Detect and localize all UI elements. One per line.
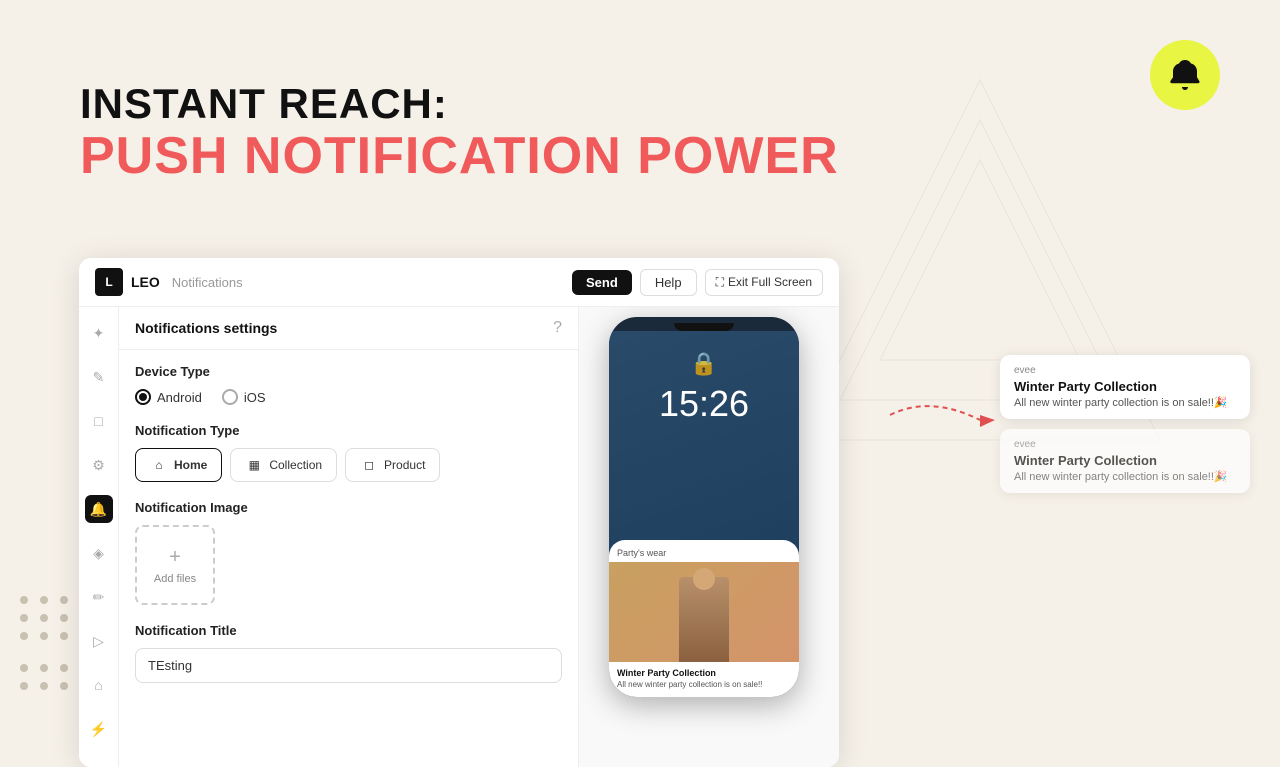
logo-section: Notifications [172,275,243,290]
settings-panel: Notifications settings ? Device Type And… [119,307,579,767]
sidebar-icon-edit[interactable]: ✎ [85,363,113,391]
notif-brand-2: evee [1014,439,1236,450]
notification-popups-area: evee Winter Party Collection All new win… [1000,355,1250,503]
notification-type-label: Notification Type [135,423,562,438]
notification-title-input[interactable] [135,648,562,683]
notification-image-section: Notification Image + Add files [135,500,562,605]
notification-image-label: Notification Image [135,500,562,515]
phone-app-content: Party's wear Winter Party Collection All… [609,540,799,697]
settings-content: Device Type Android iOS [119,350,578,715]
notification-title-section: Notification Title [135,623,562,683]
notif-text-2: All new winter party collection is on sa… [1014,470,1236,483]
sidebar-icon-bolt[interactable]: ⚡ [85,715,113,743]
hero-text-area: INSTANT REACH: PUSH NOTIFICATION POWER [80,80,839,185]
notif-title-1: Winter Party Collection [1014,379,1236,394]
settings-title: Notifications settings [135,320,277,336]
notification-popup-2: evee Winter Party Collection All new win… [1000,429,1250,493]
notif-brand-1: evee [1014,365,1236,376]
notification-popup-1: evee Winter Party Collection All new win… [1000,355,1250,419]
sidebar-icon-settings[interactable]: ⚙ [85,451,113,479]
android-radio-circle [135,389,151,405]
phone-screen: 🔒 15:26 Party's wear Winter Party Collec… [609,331,799,697]
decorative-dots-1 [20,596,70,640]
sidebar-icon-pen[interactable]: ✏ [85,583,113,611]
phone-preview: 🔒 15:26 Party's wear Winter Party Collec… [579,307,839,767]
collection-notif-icon: ▦ [245,456,263,474]
type-product-button[interactable]: ◻ Product [345,448,440,482]
logo-icon: L [95,268,123,296]
ios-radio[interactable]: iOS [222,389,266,405]
logo-name: LEO [131,274,160,290]
phone-product-sub: All new winter party collection is on sa… [609,680,799,697]
curved-arrow [880,385,1010,445]
home-notif-icon: ⌂ [150,456,168,474]
phone-notch [674,323,734,331]
type-home-button[interactable]: ⌂ Home [135,448,222,482]
settings-help-icon[interactable]: ? [553,319,562,337]
device-type-radio-group: Android iOS [135,389,562,405]
device-type-label: Device Type [135,364,562,379]
notif-title-2: Winter Party Collection [1014,453,1236,468]
image-upload-box[interactable]: + Add files [135,525,215,605]
ui-body: ✦ ✎ □ ⚙ 🔔 ◈ ✏ ▷ ⌂ ⚡ Notifications settin… [79,307,839,767]
ui-header: L LEO Notifications Send Help ⛶ Exit Ful… [79,258,839,307]
ios-radio-circle [222,389,238,405]
phone-product-image [609,562,799,662]
sidebar-icon-notifications[interactable]: 🔔 [85,495,113,523]
header-actions: Send Help ⛶ Exit Full Screen [572,269,823,296]
logo-area: L LEO Notifications [95,268,243,296]
settings-header: Notifications settings ? [119,307,578,350]
help-button[interactable]: Help [640,269,697,296]
notification-type-section: Notification Type ⌂ Home ▦ Collection ◻ [135,423,562,482]
android-label: Android [157,390,202,405]
phone-product-title: Winter Party Collection [609,662,799,680]
sidebar-icon-sparkle[interactable]: ✦ [85,319,113,347]
sidebar: ✦ ✎ □ ⚙ 🔔 ◈ ✏ ▷ ⌂ ⚡ [79,307,119,767]
phone-time: 15:26 [659,383,749,425]
product-notif-icon: ◻ [360,456,378,474]
send-button[interactable]: Send [572,270,632,295]
ui-card: L LEO Notifications Send Help ⛶ Exit Ful… [79,258,839,767]
sidebar-icon-play[interactable]: ▷ [85,627,113,655]
device-type-section: Device Type Android iOS [135,364,562,405]
sidebar-icon-home[interactable]: ⌂ [85,671,113,699]
notification-title-label: Notification Title [135,623,562,638]
add-files-label: Add files [154,573,196,585]
notification-type-group: ⌂ Home ▦ Collection ◻ Product [135,448,562,482]
lock-icon: 🔒 [690,351,717,377]
hero-line1: INSTANT REACH: [80,80,839,128]
notif-text-1: All new winter party collection is on sa… [1014,396,1236,409]
type-collection-button[interactable]: ▦ Collection [230,448,337,482]
sidebar-icon-page[interactable]: □ [85,407,113,435]
sidebar-icon-tag[interactable]: ◈ [85,539,113,567]
decorative-dots-2 [20,664,70,690]
upload-plus-icon: + [169,546,181,569]
hero-line2: PUSH NOTIFICATION POWER [80,128,839,185]
phone-mockup: 🔒 15:26 Party's wear Winter Party Collec… [609,317,799,697]
phone-content-label: Party's wear [609,540,799,562]
android-radio[interactable]: Android [135,389,202,405]
fullscreen-button[interactable]: ⛶ Exit Full Screen [705,269,823,296]
bell-icon [1167,57,1203,93]
fullscreen-icon: ⛶ [716,275,724,290]
bell-badge [1150,40,1220,110]
ios-label: iOS [244,390,266,405]
